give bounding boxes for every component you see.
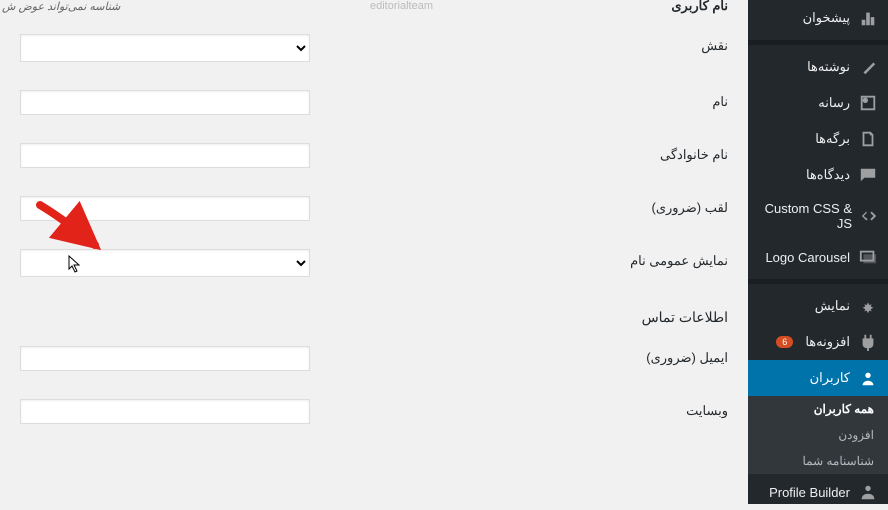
sidebar-item-profile-builder[interactable]: Profile Builder — [748, 474, 888, 510]
website-label: وبسایت — [528, 399, 728, 419]
last-name-label: نام خانوادگی — [528, 143, 728, 163]
submenu-your-profile[interactable]: شناسنامه شما — [748, 448, 888, 474]
users-submenu: همه کاربران افزودن شناسنامه شما — [748, 396, 888, 474]
submenu-all-users[interactable]: همه کاربران — [748, 396, 888, 422]
contact-heading: اطلاعات تماس — [20, 291, 728, 332]
email-label: ایمیل (ضروری) — [528, 346, 728, 366]
row-website: وبسایت — [20, 385, 728, 438]
media-icon — [858, 93, 878, 113]
menu-label: برگه‌ها — [815, 131, 850, 147]
pages-icon — [858, 129, 878, 149]
display-name-label: نمایش عمومی نام — [528, 249, 728, 269]
sidebar-item-dashboard[interactable]: پیشخوان — [748, 0, 888, 36]
username-hint: شناسه نمی‌تواند عوض ش — [2, 0, 120, 13]
role-select[interactable] — [20, 34, 310, 62]
row-role: نقش — [20, 20, 728, 76]
nickname-input[interactable] — [20, 196, 310, 221]
menu-label: رسانه — [818, 95, 850, 111]
email-input[interactable] — [20, 346, 310, 371]
menu-label: پیشخوان — [803, 10, 850, 26]
admin-sidebar: پیشخوان نوشته‌ها رسانه برگه‌ها دیدگاه‌ها… — [748, 0, 888, 504]
dashboard-icon — [858, 8, 878, 28]
display-name-select[interactable] — [20, 249, 310, 277]
row-nickname: لقب (ضروری) — [20, 182, 728, 235]
role-label: نقش — [528, 34, 728, 54]
sidebar-item-users[interactable]: کاربران — [748, 360, 888, 396]
sidebar-item-posts[interactable]: نوشته‌ها — [748, 49, 888, 85]
main-content: شناسه نمی‌تواند عوض ش نام کاربری editori… — [0, 0, 748, 504]
submenu-add-new[interactable]: افزودن — [748, 422, 888, 448]
comments-icon — [858, 165, 878, 185]
sidebar-item-appearance[interactable]: نمایش — [748, 288, 888, 324]
sidebar-item-media[interactable]: رسانه — [748, 85, 888, 121]
code-icon — [860, 206, 878, 226]
appearance-icon — [858, 296, 878, 316]
sidebar-item-logo-carousel[interactable]: Logo Carousel — [748, 239, 888, 275]
first-name-input[interactable] — [20, 90, 310, 115]
row-email: ایمیل (ضروری) — [20, 332, 728, 385]
menu-label: نوشته‌ها — [807, 59, 850, 75]
menu-label: کاربران — [810, 370, 850, 386]
nickname-label: لقب (ضروری) — [528, 196, 728, 216]
website-input[interactable] — [20, 399, 310, 424]
username-value-faded: editorialteam — [370, 0, 433, 12]
pin-icon — [858, 57, 878, 77]
menu-label: Profile Builder — [769, 485, 850, 500]
menu-label: دیدگاه‌ها — [806, 167, 850, 183]
menu-label: Custom CSS & JS — [758, 201, 852, 231]
menu-label: نمایش — [815, 298, 850, 314]
plugins-icon — [858, 332, 878, 352]
sidebar-item-pages[interactable]: برگه‌ها — [748, 121, 888, 157]
users-icon — [858, 368, 878, 388]
username-label-cropped: نام کاربری — [671, 0, 728, 14]
row-first-name: نام — [20, 76, 728, 129]
row-display-name: نمایش عمومی نام — [20, 235, 728, 291]
row-last-name: نام خانوادگی — [20, 129, 728, 182]
sidebar-item-comments[interactable]: دیدگاه‌ها — [748, 157, 888, 193]
last-name-input[interactable] — [20, 143, 310, 168]
menu-label: افزونه‌ها — [805, 334, 850, 350]
profile-icon — [858, 482, 878, 502]
first-name-label: نام — [528, 90, 728, 110]
images-icon — [858, 247, 878, 267]
sidebar-item-custom-css-js[interactable]: Custom CSS & JS — [748, 193, 888, 239]
menu-label: Logo Carousel — [765, 250, 850, 265]
update-badge: 6 — [776, 336, 793, 348]
sidebar-item-plugins[interactable]: افزونه‌ها 6 — [748, 324, 888, 360]
